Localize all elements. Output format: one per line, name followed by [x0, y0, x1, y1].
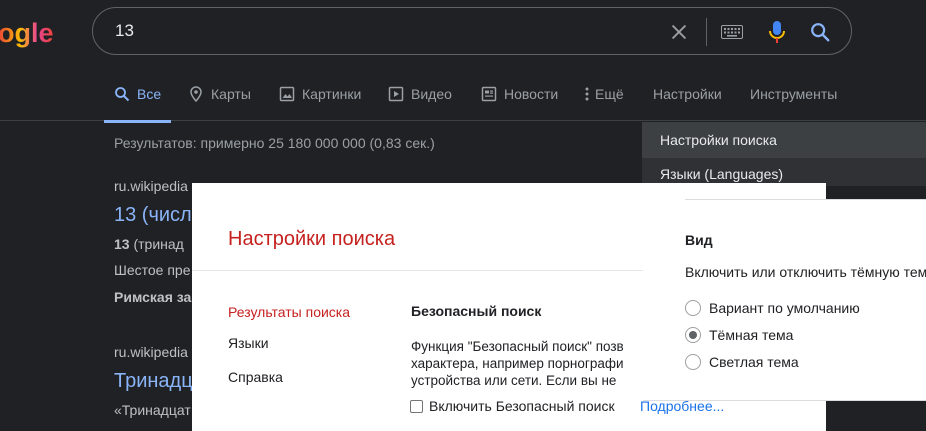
radio-light-theme-label[interactable]: Светлая тема	[709, 354, 799, 370]
search-box	[92, 7, 852, 55]
result-title[interactable]: 13 (числ	[114, 204, 192, 227]
more-vert-icon	[585, 87, 589, 101]
safe-search-checkbox[interactable]	[410, 400, 423, 413]
tab-settings[interactable]: Настройки	[653, 84, 722, 120]
news-icon	[481, 86, 497, 102]
tab-label: Настройки	[653, 86, 722, 102]
tab-images[interactable]: Картинки	[279, 84, 361, 120]
image-icon	[279, 86, 295, 102]
sidebar-item-help[interactable]: Справка	[228, 369, 283, 385]
result-stats: Результатов: примерно 25 180 000 000 (0,…	[114, 135, 435, 151]
google-logo[interactable]: ogle	[0, 18, 54, 49]
search-icon[interactable]	[809, 21, 831, 43]
search-icon	[115, 87, 130, 102]
tab-label: Новости	[504, 86, 559, 102]
result-title[interactable]: Тринадц	[114, 370, 193, 393]
search-divider	[706, 18, 707, 46]
radio-light-theme[interactable]	[685, 354, 701, 370]
tab-tools[interactable]: Инструменты	[750, 84, 837, 120]
divider	[643, 400, 926, 401]
appearance-heading: Вид	[685, 232, 713, 248]
tab-label: Картинки	[302, 86, 362, 102]
snippet-bold: 13	[114, 236, 130, 252]
settings-title: Настройки поиска	[228, 228, 396, 250]
tab-label: Все	[137, 86, 162, 102]
tab-label: Ещё	[595, 86, 624, 102]
safe-search-checkbox-label[interactable]: Включить Безопасный поиск	[429, 398, 615, 414]
close-icon[interactable]	[668, 21, 690, 43]
settings-dropdown: Настройки поиска Языки (Languages)	[642, 122, 926, 186]
map-pin-icon	[190, 86, 202, 102]
tab-all[interactable]: Все	[104, 84, 172, 123]
divider	[685, 199, 926, 200]
play-icon	[388, 86, 404, 102]
search-tabs: Все Карты Картинки Видео Новости Ещё Нас…	[0, 84, 926, 123]
result-snippet: Римская за	[114, 289, 192, 305]
tab-label: Карты	[211, 86, 251, 102]
tab-news[interactable]: Новости	[481, 84, 558, 120]
snippet-text: (тринад	[129, 236, 184, 252]
appearance-description: Включить или отключить тёмную тем	[685, 264, 926, 280]
result-url[interactable]: ru.wikipedia	[114, 178, 188, 194]
tab-label: Инструменты	[750, 86, 838, 102]
dropdown-item-search-settings[interactable]: Настройки поиска	[660, 132, 777, 148]
radio-dark-theme[interactable]	[685, 327, 701, 343]
tab-maps[interactable]: Карты	[188, 84, 251, 120]
sidebar-item-languages[interactable]: Языки	[228, 335, 269, 351]
safe-search-description: Функция "Безопасный поиск" позв характер…	[411, 339, 624, 388]
sidebar-item-search-results[interactable]: Результаты поиска	[228, 304, 350, 320]
tab-more[interactable]: Ещё	[583, 84, 624, 120]
safe-search-heading: Безопасный поиск	[411, 303, 542, 319]
mic-icon[interactable]	[767, 20, 787, 44]
result-snippet: Шестое пре	[114, 262, 191, 278]
dropdown-item-languages[interactable]: Языки (Languages)	[660, 166, 783, 182]
result-snippet: 13 (тринад	[114, 236, 184, 252]
result-url[interactable]: ru.wikipedia	[114, 344, 188, 360]
radio-dark-theme-label[interactable]: Тёмная тема	[709, 327, 793, 343]
tab-label: Видео	[411, 86, 452, 102]
radio-default-label[interactable]: Вариант по умолчанию	[709, 300, 860, 316]
result-snippet: «Тринадцат	[114, 402, 191, 418]
radio-default[interactable]	[685, 300, 701, 316]
tab-video[interactable]: Видео	[388, 84, 452, 120]
appearance-panel: Вид Включить или отключить тёмную тем Ва…	[643, 199, 926, 401]
keyboard-icon[interactable]	[721, 25, 743, 39]
search-input[interactable]	[115, 20, 635, 42]
